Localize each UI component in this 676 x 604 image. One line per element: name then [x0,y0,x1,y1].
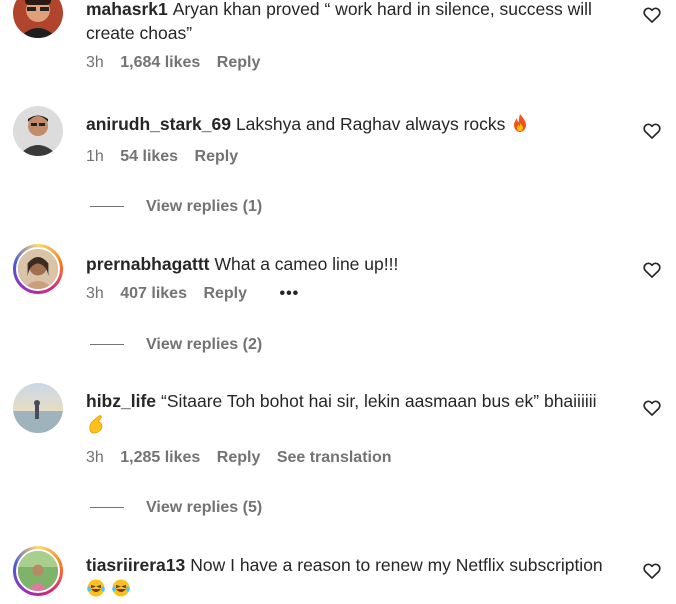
comment-likes[interactable]: 1,684 likes [120,51,200,75]
comment-text: hibz_life “Sitaare Toh bohot hai sir, lek… [86,389,616,440]
comment-text: prernabhagattt What a cameo line up!!! [86,252,616,276]
comment-time: 3h [86,285,104,302]
replies-divider-line [90,206,124,208]
heart-outline-icon[interactable] [642,398,662,418]
comment-meta: 3h 1,684 likes Reply [86,51,616,75]
comment-body: Now I have a reason to renew my Netflix … [190,555,603,575]
see-translation-button[interactable]: See translation [277,446,392,470]
view-replies-label: View replies (5) [146,499,263,516]
comment-username[interactable]: prernabhagattt [86,254,209,274]
comment-time: 3h [86,54,104,71]
replies-divider-line [90,507,124,509]
comment-text: mahasrk1 Aryan khan proved “ work hard in… [86,0,616,45]
avatar-image [16,549,60,593]
view-replies-button[interactable]: View replies (1) [90,195,262,219]
comment-body: “Sitaare Toh bohot hai sir, lekin aasmaa… [161,391,597,411]
comment-likes[interactable]: 407 likes [120,282,187,306]
comment-text: tiasriirera13 Now I have a reason to rene… [86,553,616,604]
more-options-icon[interactable]: ••• [279,282,299,306]
reply-button[interactable]: Reply [217,51,261,75]
comment-meta: 3h 1,285 likes Reply See translation [86,446,616,470]
comment-username[interactable]: tiasriirera13 [86,555,185,575]
comment-username[interactable]: anirudh_stark_69 [86,114,231,134]
laughing-tears-emoji-icon [111,578,131,604]
heart-outline-icon[interactable] [642,5,662,25]
comment-time: 3h [86,449,104,466]
view-replies-label: View replies (2) [146,336,263,353]
avatar[interactable] [13,383,63,433]
comment-body: Lakshya and Raghav always rocks [235,114,506,134]
reply-button[interactable]: Reply [217,446,261,470]
avatar[interactable] [13,0,63,38]
comment-body: What a cameo line up!!! [214,254,399,274]
comment-time: 1h [86,148,104,165]
comment-username[interactable]: hibz_life [86,391,156,411]
comment-meta: 3h 407 likes Reply ••• [86,282,616,306]
reply-button[interactable]: Reply [203,282,247,306]
view-replies-button[interactable]: View replies (5) [90,496,262,520]
comment-likes[interactable]: 54 likes [120,145,178,169]
heart-outline-icon[interactable] [642,121,662,141]
fire-emoji-icon [510,113,530,139]
avatar[interactable] [13,546,63,596]
avatar[interactable] [13,106,63,156]
heart-outline-icon[interactable] [642,260,662,280]
heart-outline-icon[interactable] [642,561,662,581]
view-replies-button[interactable]: View replies (2) [90,333,262,357]
comment-meta: 1h 54 likes Reply [86,145,616,169]
comment-username[interactable]: mahasrk1 [86,0,168,19]
comment-text: anirudh_stark_69 Lakshya and Raghav alway… [86,112,616,139]
pinching-hand-emoji-icon [86,414,106,440]
laughing-tears-emoji-icon [86,578,106,604]
avatar[interactable] [13,244,63,294]
view-replies-label: View replies (1) [146,198,263,215]
reply-button[interactable]: Reply [195,145,239,169]
comment-likes[interactable]: 1,285 likes [120,446,200,470]
avatar-image [16,247,60,291]
replies-divider-line [90,344,124,346]
